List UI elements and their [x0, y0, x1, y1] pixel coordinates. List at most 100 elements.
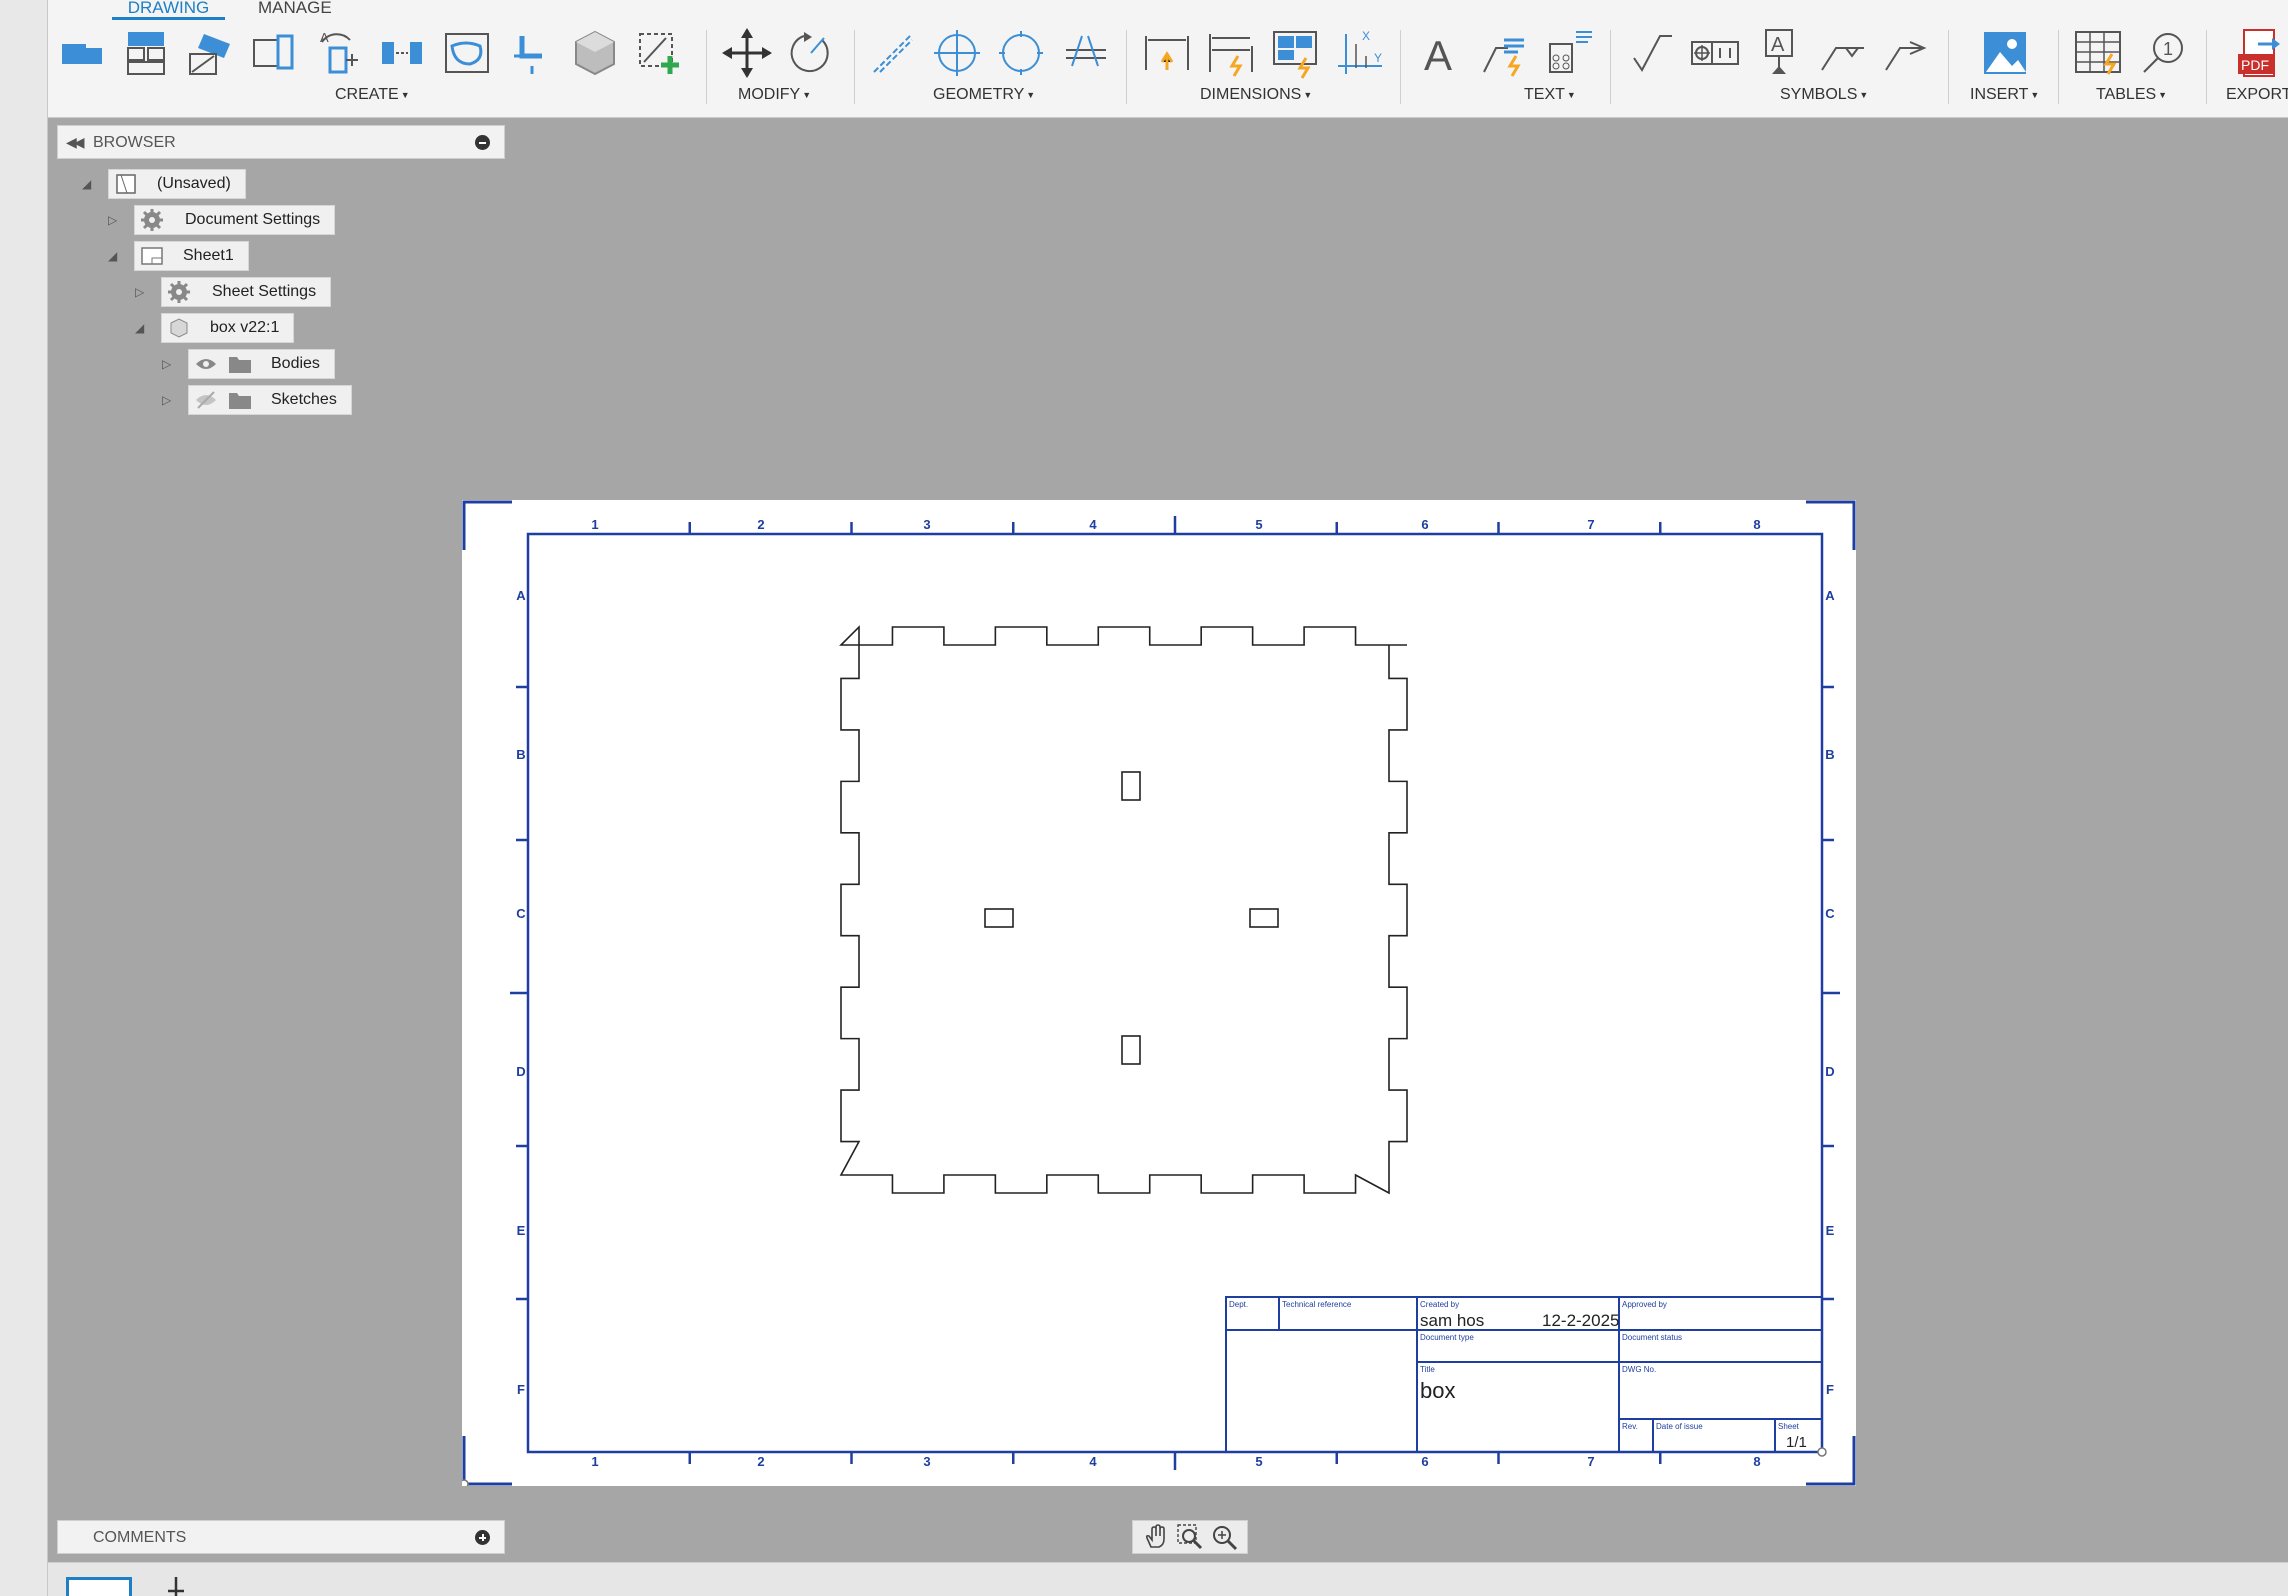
drawing-sheet[interactable]: 1 2 3 4 5 6 7 8 1 2 3 4 5 6 7 8 A B C D …	[462, 500, 1856, 1486]
projected-view-icon[interactable]	[120, 26, 174, 80]
center-mark-icon[interactable]	[930, 26, 984, 80]
ribbon-toolbar: DRAWING MANAGE A CREATE ▼ MODIFY ▼ GEOME…	[48, 0, 2288, 118]
move-icon[interactable]	[720, 26, 774, 80]
separator	[2058, 30, 2059, 104]
folder-icon	[227, 352, 253, 376]
collapse-triangle-icon[interactable]: ◢	[135, 321, 149, 335]
zoom-window-icon[interactable]	[1176, 1523, 1204, 1551]
export-pdf-icon[interactable]: PDF	[2228, 26, 2282, 80]
created-by-value[interactable]: sam hos	[1420, 1311, 1484, 1330]
expand-triangle-icon[interactable]: ▷	[162, 357, 176, 371]
welding-symbol-icon[interactable]	[1816, 26, 1870, 80]
centerline-icon[interactable]	[866, 26, 920, 80]
sketch-view-icon[interactable]	[376, 26, 430, 80]
separator	[1948, 30, 1949, 104]
group-label-dimensions[interactable]: DIMENSIONS ▼	[1200, 86, 1312, 104]
browser-item-sketches[interactable]: ▷ Sketches	[162, 385, 352, 415]
browser-panel-header[interactable]: ◀◀ BROWSER	[57, 125, 505, 159]
row-label: D	[1825, 1064, 1834, 1079]
base-view-icon[interactable]	[56, 26, 110, 80]
minimize-icon[interactable]	[475, 135, 490, 150]
datum-identifier-icon[interactable]: A	[1752, 26, 1806, 80]
group-label-export[interactable]: EXPORT	[2226, 86, 2288, 104]
sheet-grip-handle[interactable]	[462, 1479, 469, 1486]
collapse-triangle-icon[interactable]: ◢	[108, 249, 122, 263]
comments-panel-header[interactable]: COMMENTS	[57, 1520, 505, 1554]
group-label-modify[interactable]: MODIFY ▼	[738, 86, 811, 104]
browser-title: BROWSER	[93, 134, 176, 151]
eye-hidden-icon[interactable]	[193, 388, 219, 412]
tab-drawing[interactable]: DRAWING	[112, 0, 225, 20]
edge-symbol-icon[interactable]	[1880, 26, 1934, 80]
leader-text-icon[interactable]	[1478, 26, 1532, 80]
separator	[2206, 30, 2207, 104]
detail-view-icon[interactable]	[248, 26, 302, 80]
group-label-text[interactable]: TEXT ▼	[1524, 86, 1576, 104]
browser-item-document-settings[interactable]: ▷ Document Settings	[108, 205, 336, 235]
sheet-thumbnail[interactable]	[66, 1577, 132, 1596]
surface-texture-icon[interactable]	[1624, 26, 1678, 80]
collapse-panel-icon[interactable]: ◀◀	[66, 134, 84, 151]
baseline-dimension-icon[interactable]	[1204, 26, 1258, 80]
row-label: E	[1826, 1223, 1835, 1238]
edit-sketch-icon[interactable]	[632, 26, 686, 80]
svg-text:X: X	[1362, 29, 1370, 43]
svg-text:1: 1	[2163, 39, 2173, 59]
group-label-tables[interactable]: TABLES ▼	[2096, 86, 2167, 104]
browser-item-bodies[interactable]: ▷ Bodies	[162, 349, 335, 379]
section-view-icon[interactable]	[184, 26, 238, 80]
title-value[interactable]: box	[1420, 1378, 1455, 1403]
sheet-number-value[interactable]: 1/1	[1786, 1434, 1807, 1451]
svg-text:Y: Y	[1374, 51, 1382, 65]
col-label: 7	[1587, 517, 1594, 532]
eye-icon[interactable]	[193, 352, 219, 376]
group-label-geometry[interactable]: GEOMETRY ▼	[933, 86, 1035, 104]
browser-item-box-v22[interactable]: ◢ box v22:1	[135, 313, 295, 343]
edge-extension-icon[interactable]	[1058, 26, 1112, 80]
component-view-icon[interactable]	[568, 26, 622, 80]
balloon-icon[interactable]: 1	[2136, 26, 2190, 80]
gear-icon	[166, 280, 192, 304]
sheet-grip-handle[interactable]	[1817, 1447, 1827, 1457]
add-comment-icon[interactable]	[475, 1530, 490, 1545]
row-label: B	[516, 747, 525, 762]
expand-triangle-icon[interactable]: ▷	[135, 285, 149, 299]
expand-triangle-icon[interactable]: ▷	[108, 213, 122, 227]
ordinate-icon[interactable]: XY	[1332, 26, 1386, 80]
dimension-icon[interactable]	[1140, 26, 1194, 80]
browser-item-sheet-settings[interactable]: ▷ Sheet Settings	[135, 277, 332, 307]
group-label-insert[interactable]: INSERT ▼	[1970, 86, 2039, 104]
group-label-create[interactable]: CREATE ▼	[335, 86, 410, 104]
col-label: 7	[1587, 1454, 1594, 1469]
auto-dimension-icon[interactable]	[1268, 26, 1322, 80]
zoom-icon[interactable]	[1210, 1523, 1238, 1551]
browser-item-unsaved[interactable]: ◢ (Unsaved)	[82, 169, 246, 199]
tab-manage[interactable]: MANAGE	[258, 0, 332, 20]
break-out-icon[interactable]	[440, 26, 494, 80]
col-label: 1	[591, 517, 598, 532]
col-label: 5	[1255, 1454, 1262, 1469]
browser-item-sheet1[interactable]: ◢ Sheet1	[108, 241, 249, 271]
table-icon[interactable]	[2072, 26, 2126, 80]
col-label: 6	[1421, 1454, 1428, 1469]
rotate-icon[interactable]	[784, 26, 838, 80]
created-by-label: Created by	[1420, 1300, 1459, 1309]
created-date[interactable]: 12-2-2025	[1542, 1311, 1620, 1330]
col-label: 5	[1255, 517, 1262, 532]
separator	[1610, 30, 1611, 104]
collapse-triangle-icon[interactable]: ◢	[82, 177, 96, 191]
separator	[1126, 30, 1127, 104]
break-view-icon[interactable]: A	[312, 26, 366, 80]
center-mark-pattern-icon[interactable]	[994, 26, 1048, 80]
drawing-document-icon	[113, 172, 139, 196]
expand-triangle-icon[interactable]: ▷	[162, 393, 176, 407]
move-view-icon[interactable]	[504, 26, 558, 80]
pan-hand-icon[interactable]	[1142, 1523, 1170, 1551]
insert-image-icon[interactable]	[1978, 26, 2032, 80]
add-sheet-icon[interactable]	[166, 1575, 186, 1596]
separator	[706, 30, 707, 104]
note-icon[interactable]	[1542, 26, 1596, 80]
text-icon[interactable]: A	[1414, 26, 1468, 80]
group-label-symbols[interactable]: SYMBOLS ▼	[1780, 86, 1868, 104]
feature-control-frame-icon[interactable]	[1688, 26, 1742, 80]
